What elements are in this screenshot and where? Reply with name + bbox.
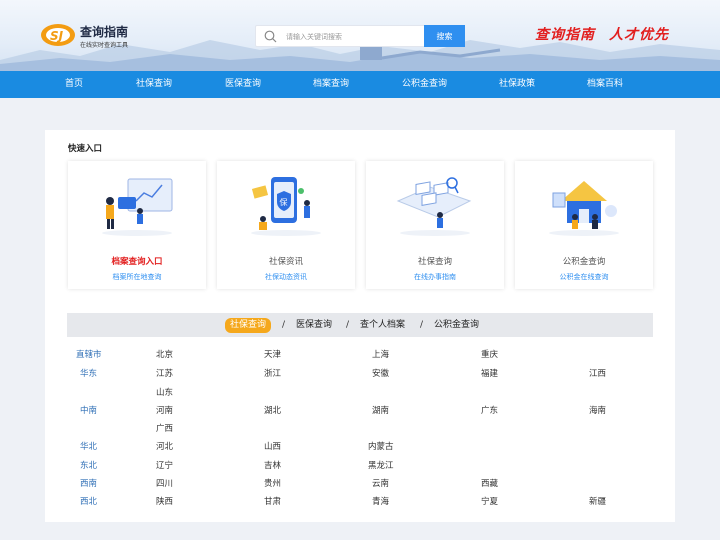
nav-item-encyclopedia[interactable]: 档案百科: [587, 71, 623, 98]
region-label[interactable]: 中南: [80, 404, 97, 416]
city-link[interactable]: 四川: [156, 477, 173, 489]
tab-medical-query[interactable]: 医保查询: [296, 318, 332, 333]
slogan: 查询指南 人才优先: [535, 24, 683, 44]
search-input[interactable]: [286, 29, 420, 44]
tab-personal-archive[interactable]: 查个人档案: [360, 318, 405, 333]
city-link[interactable]: 广东: [481, 404, 498, 416]
city-link[interactable]: 云南: [372, 477, 389, 489]
city-link[interactable]: 浙江: [264, 367, 281, 379]
city-link[interactable]: 西藏: [481, 477, 498, 489]
city-link[interactable]: 河北: [156, 440, 173, 452]
city-link[interactable]: 湖北: [264, 404, 281, 416]
search-icon: [264, 30, 277, 43]
logo-subtitle: 在线实时查询工具: [80, 42, 129, 49]
slogan-left: 查询指南: [535, 27, 595, 43]
city-link[interactable]: 天津: [264, 348, 281, 360]
card-housing-fund[interactable]: 公积金查询 公积金在线查询: [515, 161, 653, 289]
city-link[interactable]: 江西: [589, 367, 606, 379]
card-subtitle: 公积金在线查询: [559, 273, 609, 281]
card-social-news[interactable]: 保 社保资讯 社保动态资讯: [217, 161, 355, 289]
city-link[interactable]: 海南: [589, 404, 606, 416]
city-link[interactable]: 新疆: [589, 495, 606, 507]
card-subtitle: 社保动态资讯: [265, 273, 307, 281]
region-label[interactable]: 西北: [80, 495, 97, 507]
city-link[interactable]: 河南: [156, 404, 173, 416]
nav-item-medical-insurance[interactable]: 医保查询: [225, 71, 261, 98]
city-link[interactable]: 江苏: [156, 367, 173, 379]
nav-item-housing-fund[interactable]: 公积金查询: [402, 71, 447, 98]
city-link[interactable]: 甘肃: [264, 495, 281, 507]
city-link[interactable]: 黑龙江: [368, 459, 394, 471]
quick-entry-title: 快速入口: [68, 144, 103, 154]
tab-separator: /: [282, 320, 286, 330]
card-social-query[interactable]: 社保查询 在线办事指南: [366, 161, 504, 289]
city-link[interactable]: 上海: [372, 348, 389, 360]
tab-social-query[interactable]: 社保查询: [225, 318, 272, 333]
region-label[interactable]: 西南: [80, 477, 97, 489]
city-link[interactable]: 陕西: [156, 495, 173, 507]
city-link[interactable]: 山西: [264, 440, 281, 452]
house-illustration-icon: [549, 181, 619, 236]
nav-item-social-security[interactable]: 社保查询: [136, 71, 172, 98]
city-link[interactable]: 内蒙古: [368, 440, 394, 452]
city-link[interactable]: 辽宁: [156, 459, 173, 471]
svg-text:保: 保: [280, 197, 288, 207]
region-label[interactable]: 直辖市: [76, 348, 102, 360]
city-link[interactable]: 青海: [372, 495, 389, 507]
region-label[interactable]: 东北: [80, 459, 97, 471]
city-link[interactable]: 吉林: [264, 459, 281, 471]
card-title: 公积金查询: [562, 257, 606, 267]
city-link[interactable]: 贵州: [264, 477, 281, 489]
query-tabs: 社保查询 / 医保查询 / 查个人档案 / 公积金查询: [67, 313, 653, 337]
card-archive-entry[interactable]: 档案查询入口 档案所在地查询: [68, 161, 206, 289]
city-link[interactable]: 广西: [156, 422, 173, 434]
svg-text:SJ: SJ: [50, 29, 64, 43]
nav-item-archive[interactable]: 档案查询: [313, 71, 349, 98]
card-title: 社保资讯: [268, 257, 303, 267]
city-link[interactable]: 安徽: [372, 367, 389, 379]
search-box: [255, 25, 425, 47]
card-title: 档案查询入口: [111, 257, 163, 267]
main-nav: 首页 社保查询 医保查询 档案查询 公积金查询 社保政策 档案百科: [0, 71, 720, 98]
city-link[interactable]: 山东: [156, 386, 173, 398]
city-link[interactable]: 福建: [481, 367, 498, 379]
nav-item-policy[interactable]: 社保政策: [499, 71, 535, 98]
city-link[interactable]: 湖南: [372, 404, 389, 416]
header: SJ 查询指南 在线实时查询工具 搜索 查询指南人才优先: [0, 0, 720, 71]
slogan-right: 人才优先: [609, 27, 669, 43]
city-link[interactable]: 北京: [156, 348, 173, 360]
region-label[interactable]: 华东: [80, 367, 97, 379]
card-subtitle: 在线办事指南: [414, 273, 456, 281]
search-button[interactable]: 搜索: [424, 25, 465, 47]
tab-housing-fund-query[interactable]: 公积金查询: [434, 318, 479, 333]
tab-separator: /: [420, 320, 424, 330]
documents-illustration-icon: [396, 177, 472, 236]
main-panel: 快速入口 档案查询入口 档案所在地查询 保 社保资讯 社保动态资讯 社保查询 在…: [45, 130, 675, 522]
tab-separator: /: [346, 320, 350, 330]
logo-title: 查询指南: [80, 25, 129, 39]
card-title: 社保查询: [417, 257, 452, 267]
logo-icon[interactable]: SJ: [40, 22, 76, 48]
archive-illustration-icon: [102, 178, 173, 236]
city-link[interactable]: 重庆: [481, 348, 498, 360]
region-label[interactable]: 华北: [80, 440, 97, 452]
phone-shield-illustration-icon: 保: [251, 177, 321, 236]
nav-item-home[interactable]: 首页: [65, 71, 83, 98]
city-link[interactable]: 宁夏: [481, 495, 498, 507]
card-subtitle: 档案所在地查询: [112, 273, 162, 281]
